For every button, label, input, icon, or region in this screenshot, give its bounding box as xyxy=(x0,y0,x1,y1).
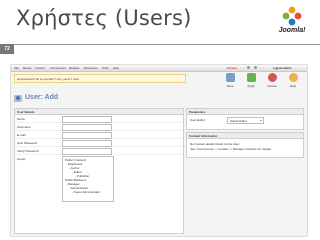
new-password-row: New Password xyxy=(15,139,183,147)
email-input[interactable] xyxy=(62,132,112,139)
help-button-label: Help xyxy=(289,84,297,88)
username-label: Username xyxy=(17,125,31,129)
verify-password-row: Verify Password xyxy=(15,147,183,155)
menu-item-modules[interactable]: Modules xyxy=(69,66,80,70)
messages-icon[interactable] xyxy=(247,66,250,69)
help-button[interactable]: Help xyxy=(284,72,302,91)
chevron-down-icon xyxy=(260,119,262,121)
apply-button[interactable]: Apply xyxy=(242,72,260,91)
name-input[interactable] xyxy=(62,116,112,123)
group-option[interactable]: - Super Administrator xyxy=(72,190,100,194)
username-input[interactable] xyxy=(62,124,112,131)
user-details-title: User Details xyxy=(17,109,35,114)
admin-menu-bar: Site Menus Content Components Modules Ex… xyxy=(11,65,307,72)
apply-icon xyxy=(247,73,256,82)
contact-info-line-2: See 'Components -> Contact -> Manage Con… xyxy=(190,147,272,151)
save-button-label: Save xyxy=(226,84,234,88)
user-editor-row: User Editor Select Editor xyxy=(187,116,303,124)
cancel-icon xyxy=(268,73,277,82)
parameters-panel: Parameters User Editor Select Editor xyxy=(186,108,304,130)
save-button[interactable]: Save xyxy=(221,72,239,91)
username-row: Username xyxy=(15,123,183,131)
contact-information-header: Contact Information xyxy=(187,133,303,139)
title-rule xyxy=(0,44,320,45)
group-select-list[interactable]: Public Frontend - Registered - Author - … xyxy=(62,156,114,202)
cancel-button-label: Cancel xyxy=(267,84,277,88)
cancel-button[interactable]: Cancel xyxy=(263,72,281,91)
joomla-logo: Joomla! xyxy=(274,6,310,40)
group-label: Group xyxy=(17,157,26,161)
parameters-header: Parameters xyxy=(187,109,303,115)
contact-information-panel: Contact Information No Contact details l… xyxy=(186,132,304,158)
joomla-flower-icon xyxy=(282,6,302,26)
user-icon xyxy=(14,95,22,102)
menu-item-extensions[interactable]: Extensions xyxy=(84,66,98,70)
logout-link[interactable]: Logout admin xyxy=(273,66,292,70)
user-details-panel: User Details Name Username E-mail New Pa… xyxy=(14,108,184,234)
email-label: E-mail xyxy=(17,133,26,137)
joomla-admin-screenshot: Site Menus Content Components Modules Ex… xyxy=(10,64,308,237)
email-row: E-mail xyxy=(15,131,183,139)
new-password-label: New Password xyxy=(17,141,38,145)
toolbar: Save Apply Cancel Help xyxy=(221,72,305,91)
user-editor-value: Select Editor xyxy=(230,118,248,123)
user-editor-select[interactable]: Select Editor xyxy=(227,117,264,124)
new-password-input[interactable] xyxy=(62,140,112,147)
menu-item-site[interactable]: Site xyxy=(14,66,19,70)
preview-link[interactable]: Preview xyxy=(227,66,237,70)
contact-information-title: Contact Information xyxy=(189,133,218,138)
system-notice: kompromised info ps Joomla! T com_users … xyxy=(14,74,186,83)
joomla-logo-text: Joomla! xyxy=(278,27,306,34)
slide-title: Χρήστες (Users) xyxy=(16,6,192,30)
verify-password-input[interactable] xyxy=(62,148,112,155)
parameters-title: Parameters xyxy=(189,109,206,114)
system-notice-text: kompromised info ps Joomla! T com_users … xyxy=(17,76,79,81)
help-icon xyxy=(289,73,298,82)
user-editor-label: User Editor xyxy=(190,118,206,122)
apply-button-label: Apply xyxy=(247,84,255,88)
menu-item-tools[interactable]: Tools xyxy=(102,66,109,70)
page-title-bar: User: Add xyxy=(14,94,302,104)
menu-item-help[interactable]: Help xyxy=(113,66,119,70)
name-label: Name xyxy=(17,117,26,121)
page-title: User: Add xyxy=(25,94,59,101)
menu-item-components[interactable]: Components xyxy=(50,66,66,70)
menu-item-menus[interactable]: Menus xyxy=(23,66,31,70)
verify-password-label: Verify Password xyxy=(17,149,39,153)
save-icon xyxy=(226,73,235,82)
menu-item-content[interactable]: Content xyxy=(35,66,45,70)
name-row: Name xyxy=(15,115,183,123)
page-number: 72 xyxy=(0,44,14,54)
contact-info-line-1: No Contact details linked to this User: xyxy=(190,142,241,146)
group-row: Group Public Frontend - Registered - Aut… xyxy=(15,155,183,203)
users-online-icon xyxy=(254,66,257,69)
